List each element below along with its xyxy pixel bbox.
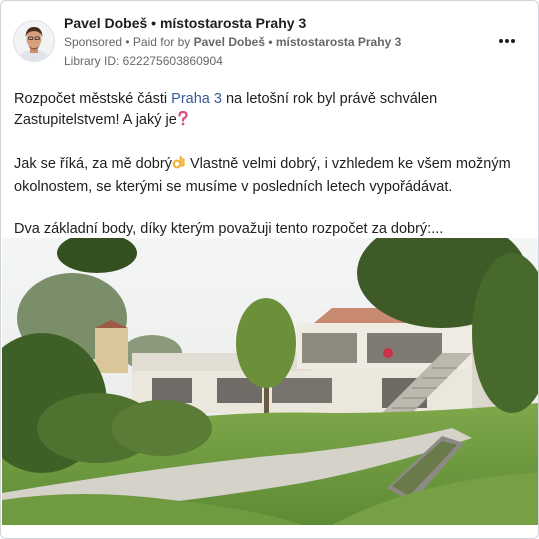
post-text: Rozpočet městské části Praha 3 na letošn… — [14, 89, 529, 240]
more-options-button[interactable] — [495, 29, 519, 53]
page-avatar[interactable] — [13, 20, 55, 62]
sponsored-line: Sponsored • Paid for by Pavel Dobeš • mí… — [64, 35, 401, 49]
praha3-link[interactable]: Praha 3 — [171, 91, 222, 107]
more-horizontal-icon — [499, 39, 503, 43]
question-emoji-icon — [177, 110, 189, 133]
library-id: Library ID: 622275603860904 — [64, 54, 223, 68]
paid-for-by-label: • Paid for by — [122, 35, 194, 49]
post-image[interactable] — [2, 238, 538, 525]
post-text-fragment: Rozpočet městské části — [14, 91, 172, 107]
page-name-link[interactable]: Pavel Dobeš • místostarosta Prahy 3 — [64, 15, 306, 31]
ok-hand-emoji-icon — [172, 155, 186, 177]
architectural-rendering-image — [2, 238, 538, 525]
more-dot — [511, 39, 515, 43]
paid-for-by-name: Pavel Dobeš • místostarosta Prahy 3 — [193, 35, 402, 49]
post-text-fragment: Jak se říká, za mě dobrý — [14, 156, 172, 172]
ad-post-card: Pavel Dobeš • místostarosta Prahy 3 Spon… — [0, 0, 539, 539]
post-paragraph-2: Jak se říká, za mě dobrý Vlastně velmi d… — [14, 154, 529, 198]
post-paragraph-1: Rozpočet městské části Praha 3 na letošn… — [14, 89, 529, 133]
post-paragraph-3: Dva základní body, díky kterým považuji … — [14, 221, 444, 237]
more-dot — [505, 39, 509, 43]
person-portrait-icon — [14, 21, 54, 61]
sponsored-label[interactable]: Sponsored — [64, 35, 122, 49]
